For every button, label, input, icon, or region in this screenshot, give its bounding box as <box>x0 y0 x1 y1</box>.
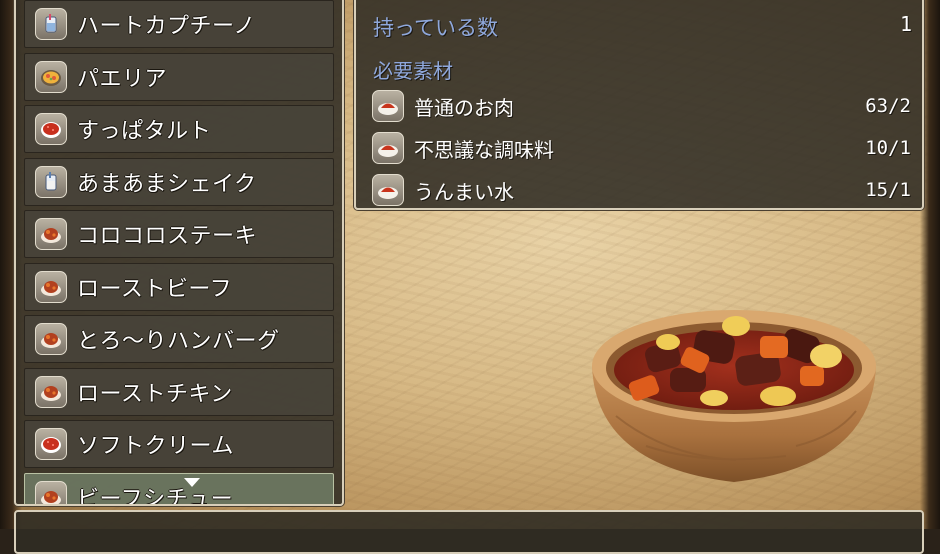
item-label: パエリア <box>77 66 168 92</box>
material-name: うんまい水 <box>414 179 514 204</box>
list-item[interactable]: あまあまシェイク <box>24 157 334 206</box>
item-label: ハートカプチーノ <box>77 14 256 39</box>
ingredient-icon <box>372 132 404 164</box>
list-item[interactable]: ローストビーフ <box>24 262 334 311</box>
material-name: 普通のお肉 <box>414 95 514 120</box>
ingredient-icon <box>372 174 404 206</box>
item-label: ビーフシチュー <box>77 486 234 506</box>
meat-dish-icon <box>35 218 67 250</box>
scroll-down-arrow-icon[interactable] <box>184 478 200 487</box>
owned-count-value: 1 <box>899 12 912 36</box>
list-item-selected[interactable]: ビーフシチュー <box>24 472 334 506</box>
material-name: 不思議な調味料 <box>414 137 554 162</box>
item-label: ローストチキン <box>77 381 233 407</box>
list-item[interactable]: とろ〜りハンバーグ <box>24 315 334 363</box>
item-list-window: ハートカプチーノ パエリア すっぱタルト あまあまシェイク コロコロステーキ ロ… <box>14 0 344 506</box>
cup-drink-icon <box>35 165 67 198</box>
item-label: ローストビーフ <box>77 276 233 302</box>
item-label: コロコロステーキ <box>77 224 258 249</box>
item-label: すっぱタルト <box>77 119 212 144</box>
list-item[interactable]: ハートカプチーノ <box>24 0 334 48</box>
list-item[interactable]: コロコロステーキ <box>24 210 334 258</box>
ingredient-icon <box>372 90 404 122</box>
recipe-detail-window: 持っている数 1 必要素材 普通のお肉 63/2 不思議な調味料 10/1 うん… <box>354 0 924 210</box>
item-list: ハートカプチーノ パエリア すっぱタルト あまあまシェイク コロコロステーキ ロ… <box>24 0 334 506</box>
material-row: 普通のお肉 63/2 <box>372 87 917 125</box>
owned-count-label: 持っている数 <box>373 16 498 40</box>
list-item[interactable]: パエリア <box>24 52 334 101</box>
beef-stew-bowl-icon <box>592 310 876 482</box>
item-label: とろ〜りハンバーグ <box>77 329 280 354</box>
list-item[interactable]: ローストチキン <box>24 367 334 416</box>
cup-drink-icon <box>35 8 67 40</box>
meat-dish-icon <box>35 270 67 303</box>
material-row: うんまい水 15/1 <box>372 171 917 209</box>
tart-icon <box>35 428 67 460</box>
material-row: 不思議な調味料 10/1 <box>372 129 917 167</box>
tart-icon <box>35 113 67 145</box>
help-text-window <box>14 510 924 554</box>
required-materials-heading: 必要素材 <box>373 59 453 83</box>
material-count: 63/2 <box>865 95 911 117</box>
paella-icon <box>35 60 67 93</box>
item-label: あまあまシェイク <box>77 171 257 197</box>
item-label: ソフトクリーム <box>77 434 234 459</box>
material-count: 15/1 <box>865 179 911 201</box>
meat-dish-icon <box>35 323 67 355</box>
meat-dish-icon <box>35 375 67 408</box>
list-item[interactable]: すっぱタルト <box>24 105 334 153</box>
meat-dish-icon <box>35 480 67 504</box>
list-item[interactable]: ソフトクリーム <box>24 420 334 468</box>
material-count: 10/1 <box>865 137 911 159</box>
